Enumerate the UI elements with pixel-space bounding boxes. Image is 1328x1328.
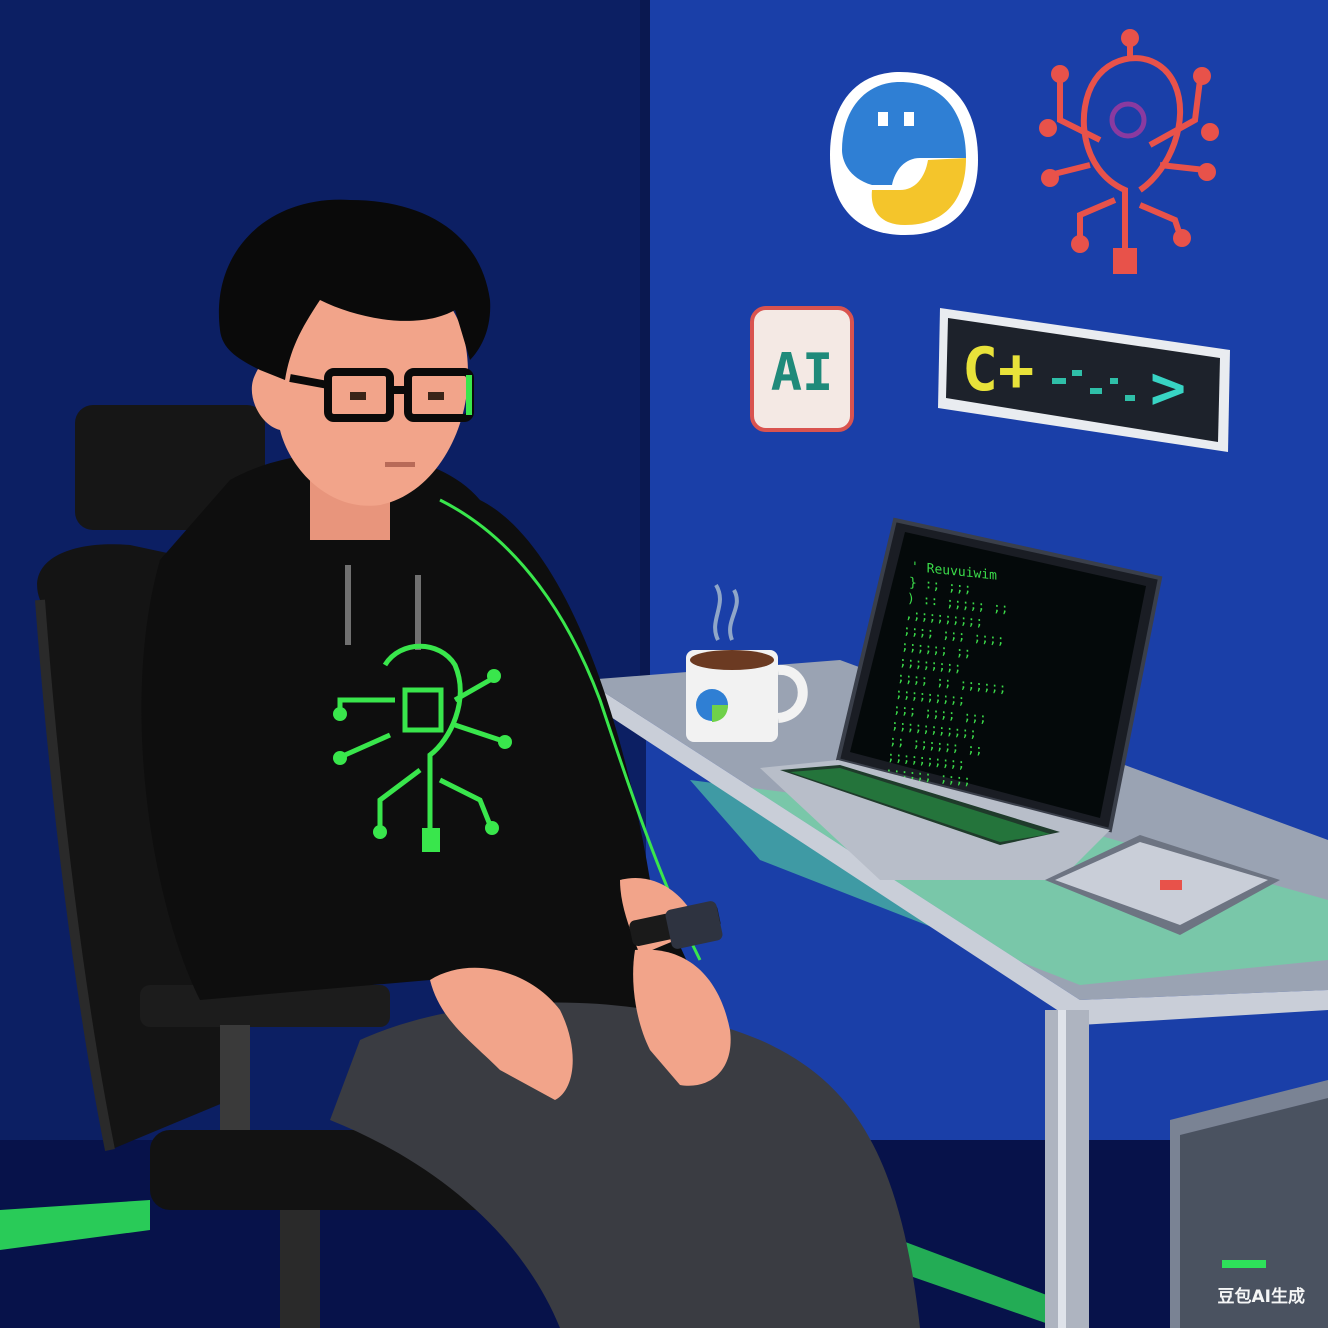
hoodie-drawstring-right (415, 575, 421, 650)
chair-base (280, 1210, 320, 1328)
keypad-red-key (1160, 880, 1182, 890)
cpp-badge-label: C+ (962, 335, 1034, 405)
python-logo-icon (830, 72, 978, 235)
mouth (385, 462, 415, 467)
hoodie-drawstring-left (345, 565, 351, 645)
wall-corner-shade (640, 0, 650, 700)
desk-leg (1045, 1010, 1089, 1328)
developer-pixel-art-scene: AI C+ > ' Reuvuiwim}:; ;;;):: ;;;;; … (0, 0, 1328, 1328)
ai-generated-watermark: 豆包AI生成 (1218, 1286, 1305, 1307)
pc-power-led (1222, 1260, 1266, 1268)
ai-badge-icon: AI (750, 306, 854, 432)
eye-right (428, 392, 444, 400)
eye-left (350, 392, 366, 400)
glasses-neon-edge (466, 375, 472, 415)
desk-leg-shine (1058, 1010, 1066, 1328)
cpp-arrow-label: > (1150, 353, 1186, 423)
ai-badge-label: AI (771, 343, 834, 403)
